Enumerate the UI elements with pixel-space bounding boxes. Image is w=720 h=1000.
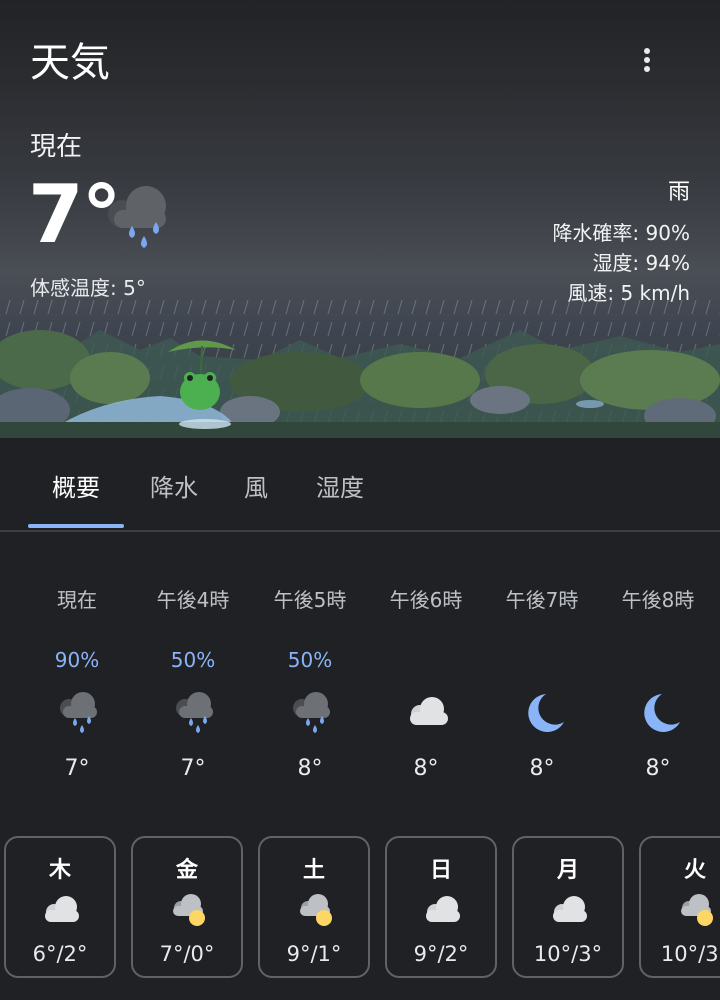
daily-card[interactable]: 金 7°/0°: [131, 836, 243, 978]
current-label: 現在: [30, 132, 83, 162]
condition-text: 雨: [667, 180, 690, 205]
hourly-item[interactable]: 午後8時 8°: [600, 560, 716, 790]
tab-wind[interactable]: 風: [244, 468, 268, 503]
day-temp: 9°/1°: [286, 942, 342, 966]
tab-precipitation[interactable]: 降水: [150, 468, 198, 503]
rain-cloud-icon: [55, 690, 103, 736]
hour-temp: 8°: [297, 756, 323, 781]
hour-temp: 8°: [645, 756, 671, 781]
menu-dot-icon: [644, 57, 650, 63]
hourly-item[interactable]: 午後4時 50% 7°: [135, 560, 251, 790]
hourly-item[interactable]: 午後7時 8°: [484, 560, 600, 790]
tab-overview[interactable]: 概要: [52, 468, 100, 503]
hour-time: 午後5時: [273, 588, 347, 612]
feels-like: 体感温度: 5°: [30, 276, 146, 300]
partly-cloudy-icon: [294, 890, 338, 930]
app-title: 天気: [30, 40, 110, 86]
hourly-item[interactable]: 現在 90% 7°: [19, 560, 135, 790]
rainy-landscape-illustration: [0, 300, 720, 438]
hourly-item[interactable]: 午後5時 50% 8°: [252, 560, 368, 790]
cloud-icon: [40, 890, 84, 930]
rain-cloud-icon: [288, 690, 336, 736]
menu-dot-icon: [644, 66, 650, 72]
cloud-icon: [421, 890, 465, 930]
tab-humidity[interactable]: 湿度: [316, 468, 364, 503]
hour-temp: 7°: [64, 756, 90, 781]
daily-card[interactable]: 木 6°/2°: [4, 836, 116, 978]
current-stats: 降水確率: 90% 湿度: 94% 風速: 5 km/h: [552, 218, 690, 308]
day-name: 木: [48, 858, 71, 883]
weather-app: 天気 現在 7° 体感温度: 5° 雨 降水確率: 90% 湿度: 94% 風速…: [0, 0, 720, 1000]
hourly-item[interactable]: 午後6時 8°: [368, 560, 484, 790]
hour-time: 現在: [57, 588, 97, 612]
hour-time: 午後8時: [621, 588, 695, 612]
daily-card[interactable]: 土 9°/1°: [258, 836, 370, 978]
day-name: 月: [556, 858, 579, 883]
cloud-icon: [404, 690, 452, 736]
partly-cloudy-icon: [675, 890, 719, 930]
hour-temp: 8°: [529, 756, 555, 781]
partly-cloudy-icon: [167, 890, 211, 930]
day-temp: 6°/2°: [32, 942, 88, 966]
day-temp: 10°/3°: [533, 942, 603, 966]
moon-icon: [520, 690, 568, 736]
rain-cloud-icon: [100, 180, 180, 252]
rain-cloud-icon: [171, 690, 219, 736]
day-temp: 9°/2°: [413, 942, 469, 966]
daily-card[interactable]: 火 10°/3°: [639, 836, 720, 978]
hour-precip: 90%: [54, 648, 100, 672]
day-name: 金: [175, 858, 198, 883]
day-name: 火: [683, 858, 706, 883]
active-tab-indicator: [28, 524, 124, 528]
day-name: 日: [429, 858, 452, 883]
daily-card[interactable]: 日 9°/2°: [385, 836, 497, 978]
precip-probability: 降水確率: 90%: [552, 221, 690, 245]
hour-precip: 50%: [170, 648, 216, 672]
detail-tabs: 概要 降水 風 湿度: [0, 438, 720, 532]
current-weather-hero: 天気 現在 7° 体感温度: 5° 雨 降水確率: 90% 湿度: 94% 風速…: [0, 0, 720, 438]
more-options-button[interactable]: [630, 44, 664, 78]
hour-time: 午後7時: [505, 588, 579, 612]
hour-precip: 50%: [287, 648, 333, 672]
day-temp: 10°/3°: [660, 942, 720, 966]
hour-time: 午後4時: [156, 588, 230, 612]
humidity: 湿度: 94%: [592, 251, 690, 275]
menu-dot-icon: [644, 48, 650, 54]
daily-card[interactable]: 月 10°/3°: [512, 836, 624, 978]
daily-forecast: 木 6°/2° 金 7°/0° 土 9°/1° 日 9°/2° 月 10°/3°…: [0, 836, 720, 986]
moon-icon: [636, 690, 684, 736]
hourly-forecast: 現在 90% 7° 午後4時 50% 7° 午後5時 50% 8° 午後6時 8…: [0, 560, 720, 800]
hour-temp: 7°: [180, 756, 206, 781]
day-name: 土: [302, 858, 325, 883]
hour-temp: 8°: [413, 756, 439, 781]
day-temp: 7°/0°: [159, 942, 215, 966]
hour-time: 午後6時: [389, 588, 463, 612]
cloud-icon: [548, 890, 592, 930]
